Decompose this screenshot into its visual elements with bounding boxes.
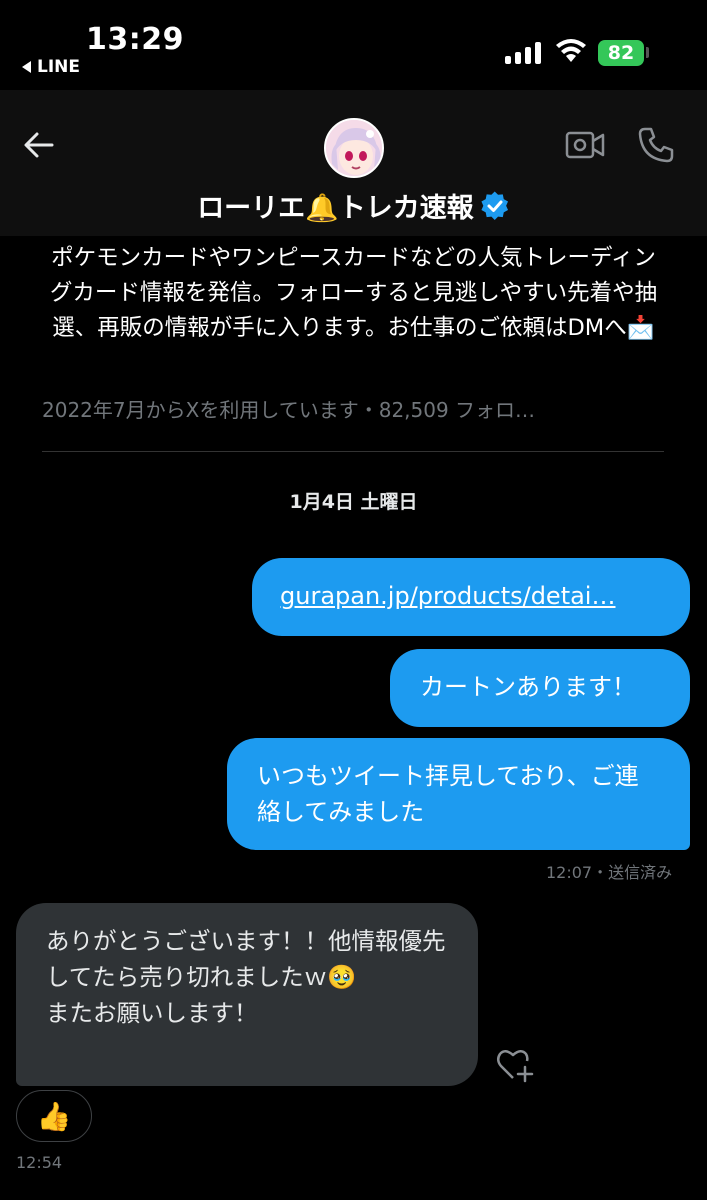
battery-indicator: 82: [598, 40, 644, 66]
back-to-app-link[interactable]: LINE: [22, 57, 80, 77]
outgoing-message[interactable]: いつもツイート拝見しており、ご連絡してみました: [227, 738, 690, 850]
verified-badge-icon: [481, 190, 508, 220]
wifi-icon: [556, 39, 586, 62]
profile-name: ローリエ🔔トレカ速報: [197, 193, 474, 224]
reaction-badge[interactable]: 👍: [16, 1090, 92, 1142]
message-link[interactable]: gurapan.jp/products/detai…: [280, 582, 615, 610]
status-time: 13:29: [86, 22, 184, 57]
outgoing-message-link[interactable]: gurapan.jp/products/detai…: [252, 558, 690, 636]
profile-name-row[interactable]: ローリエ🔔トレカ速報: [0, 186, 707, 225]
phone-call-icon[interactable]: [637, 126, 675, 164]
add-reaction-icon[interactable]: [496, 1047, 534, 1083]
message-status: 12:07・送信済み: [546, 863, 673, 882]
outgoing-message[interactable]: カートンあります！: [390, 649, 690, 727]
status-bar: 13:29 LINE 82: [0, 0, 707, 90]
video-call-icon[interactable]: [565, 130, 605, 160]
incoming-message[interactable]: ありがとうございます！！他情報優先してたら売り切れましたｗ🥹 またお願いします！: [16, 903, 478, 1086]
conversation-header: ローリエ🔔トレカ速報: [0, 90, 707, 236]
message-time: 12:54: [16, 1153, 63, 1172]
thumbs-up-icon: 👍: [36, 1099, 72, 1133]
signal-icon: [505, 42, 541, 64]
avatar[interactable]: [324, 118, 384, 178]
divider: [42, 451, 664, 452]
profile-meta: 2022年7月からXを利用しています・82,509 フォロ…: [42, 398, 536, 422]
back-app-label: LINE: [37, 57, 80, 77]
back-triangle-icon: [22, 61, 31, 73]
profile-bio: ポケモンカードやワンピースカードなどの人気トレーディングカード情報を発信。フォロ…: [49, 245, 658, 341]
date-separator: 1月4日 土曜日: [289, 491, 418, 513]
battery-tip: [646, 47, 649, 58]
back-arrow-icon[interactable]: [22, 128, 56, 162]
